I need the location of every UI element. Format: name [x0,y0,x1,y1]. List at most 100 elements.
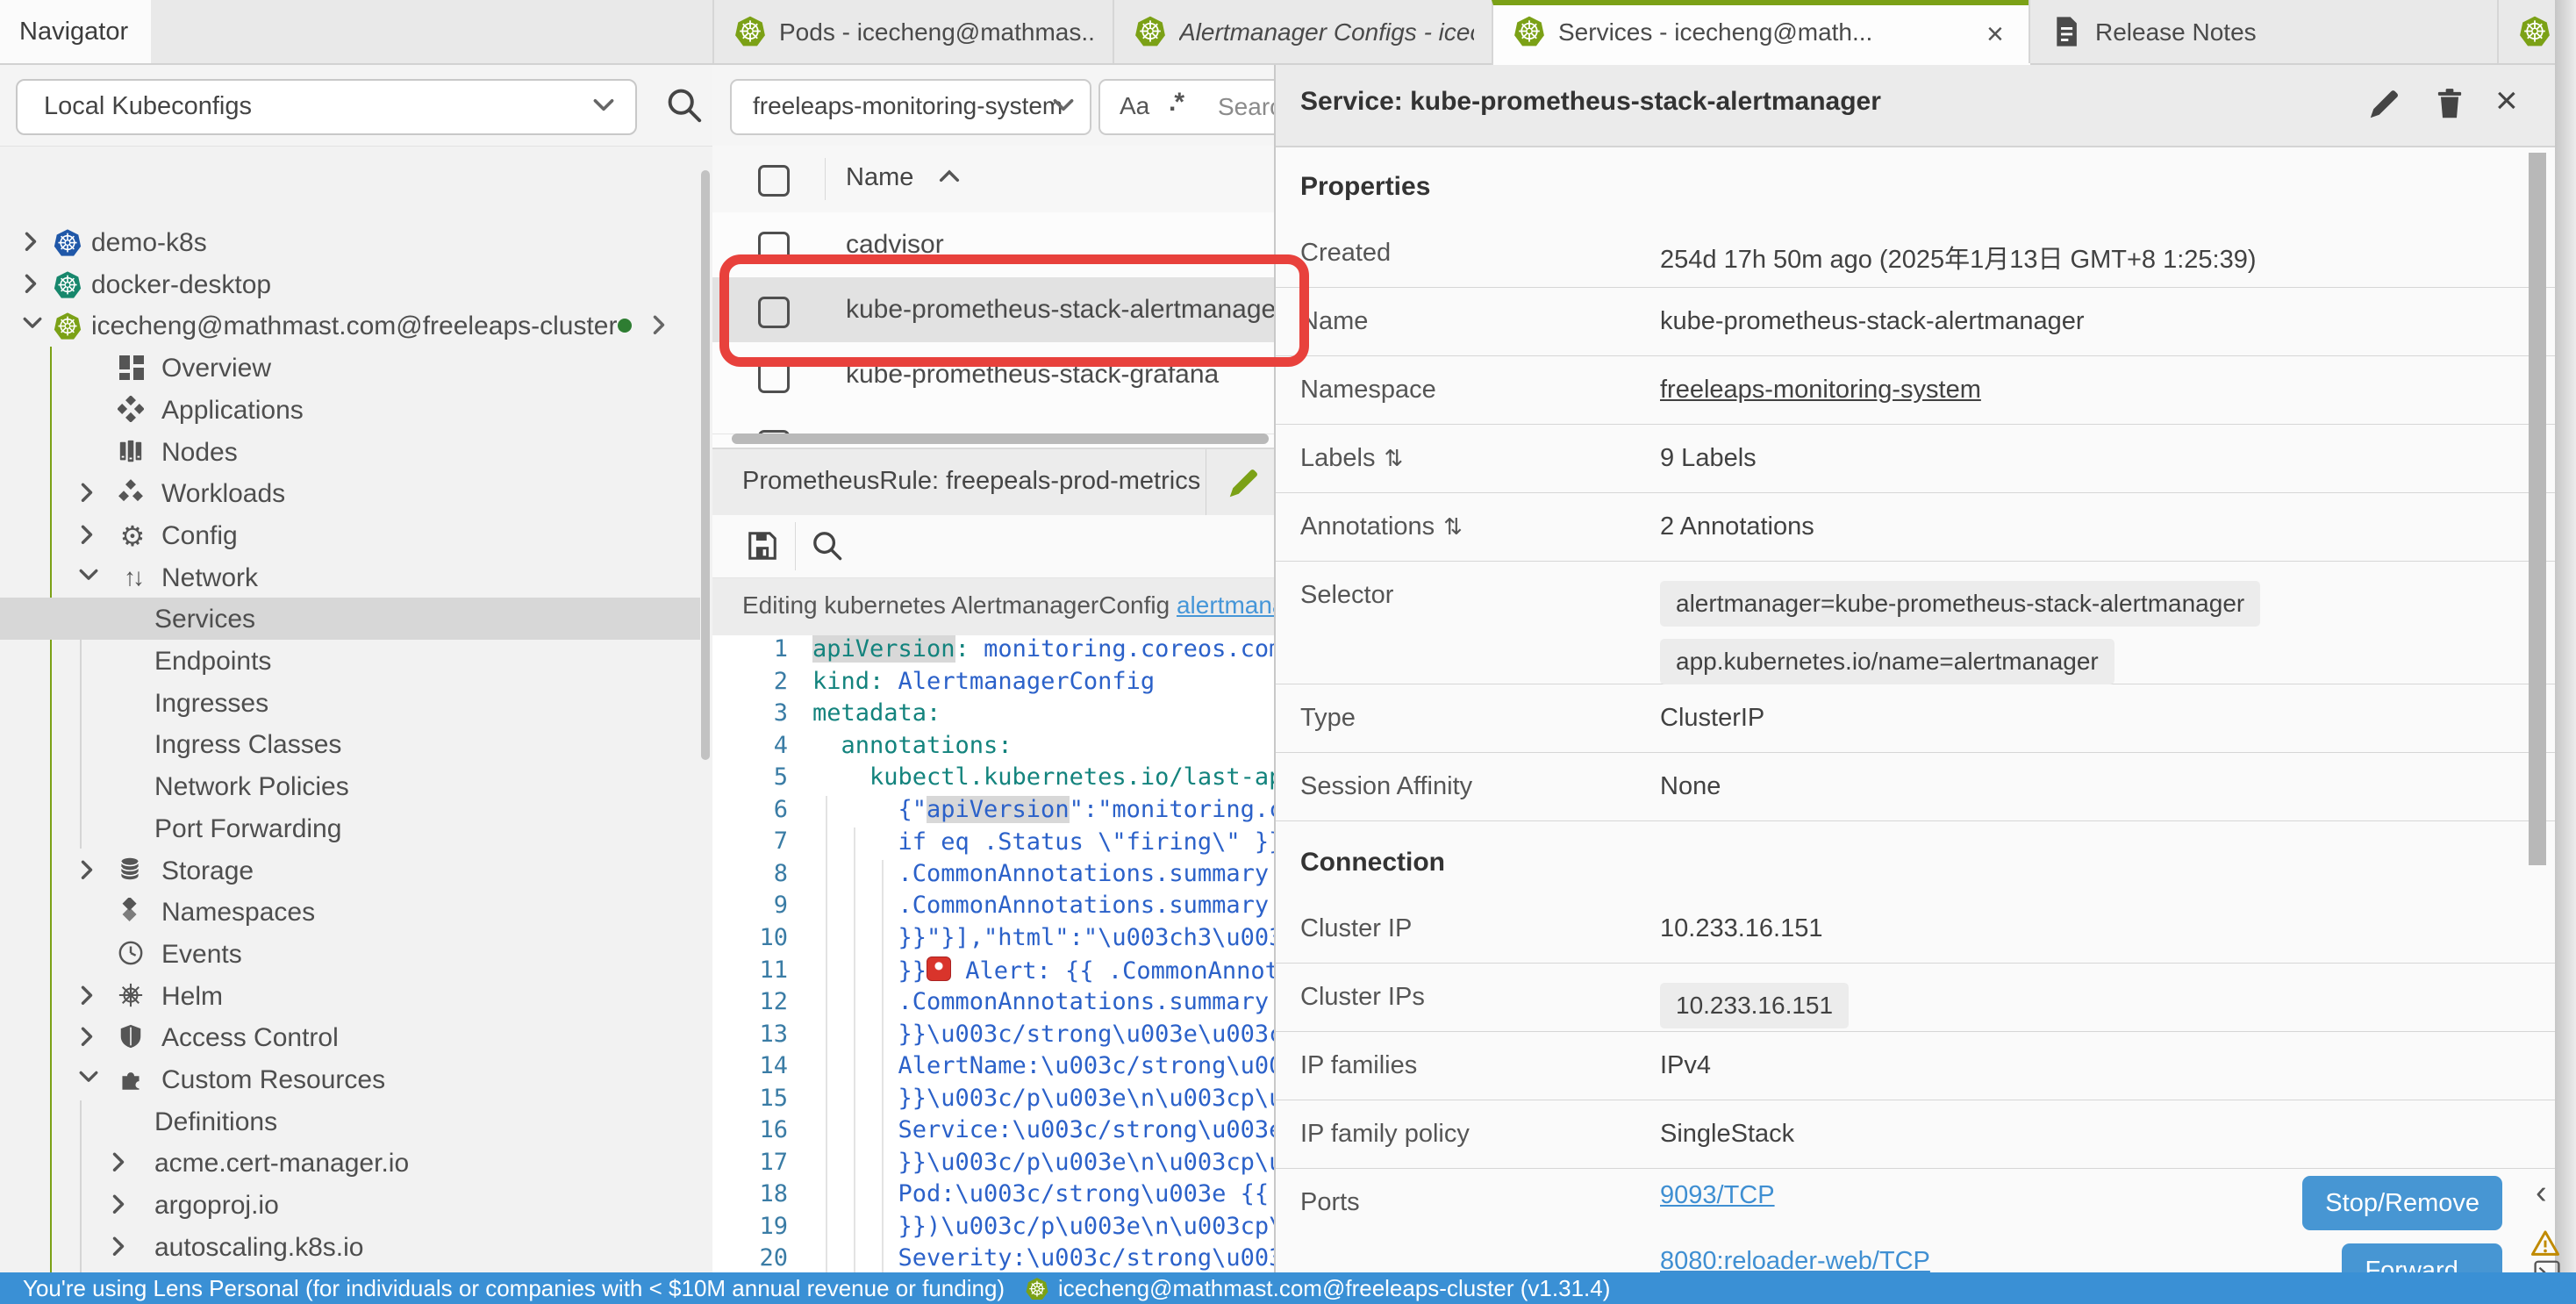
code-token: AlertmanagerConfig [898,668,1156,695]
chevron-right-icon[interactable] [111,1152,126,1172]
tab-4[interactable]: Release Notes [2029,0,2494,63]
sidebar-item-network[interactable]: ↑↓Network [0,556,700,598]
editor-info-bar: Editing kubernetes AlertmanagerConfig al… [712,578,1274,636]
sidebar-item-access-control[interactable]: Access Control [0,1016,700,1058]
code-line: 6{"apiVersion":"monitoring.core [712,796,1274,828]
code-text: Severity:\u003c/strong\u003e [898,1244,1275,1272]
sidebar-item-label: Endpoints [154,647,271,677]
collapse-chevron-icon[interactable]: ‹ [2536,1174,2547,1212]
sort-updown-icon[interactable]: ⇅ [1384,445,1403,471]
sidebar-item-icecheng-mathmast-com-freeleaps-cluster[interactable]: icecheng@mathmast.com@freeleaps-cluster [0,305,700,347]
ns-icon [118,898,147,928]
line-number: 5 [726,763,788,791]
edit-pencil-icon[interactable] [2367,86,2404,123]
sidebar-item-applications[interactable]: Applications [0,389,700,431]
sidebar-item-workloads[interactable]: Workloads [0,472,700,514]
sidebar-item-ingress-classes[interactable]: Ingress Classes [0,723,700,765]
sidebar-item-autoscaling-k8s-io[interactable]: autoscaling.k8s.io [0,1226,700,1268]
code-token: Service:\u003c/strong\u003e { [898,1116,1275,1143]
tab-3[interactable]: Services - icecheng@math...× [1492,0,2030,72]
port-stop-remove-button[interactable]: Stop/Remove [2302,1176,2502,1230]
editor-pane-title: PrometheusRule: freepeals-prod-metrics [742,467,1200,496]
detail-label: Name [1300,307,1368,336]
chevron-down-icon[interactable] [79,1069,98,1085]
sidebar-item-definitions[interactable]: Definitions [0,1100,700,1143]
chevron-right-icon[interactable] [79,525,95,545]
chevron-right-icon[interactable] [79,985,95,1006]
sidebar-item-network-policies[interactable]: Network Policies [0,765,700,807]
editing-resource-link[interactable]: alertmanager [1177,591,1274,619]
sidebar-item-helm[interactable]: Helm [0,975,700,1017]
line-number: 10 [726,924,788,951]
search-input[interactable]: Aa .* Search [1098,79,1274,135]
sidebar-item-label: Network Policies [154,772,349,802]
sidebar-item-docker-desktop[interactable]: docker-desktop [0,263,700,305]
tab-2[interactable]: Alertmanager Configs - icec... [1113,0,1493,63]
namespace-select[interactable]: freeleaps-monitoring-system [730,79,1091,135]
code-text: Pod:\u003c/strong\u003e {{ .Co [898,1180,1275,1207]
detail-value: 2 Annotations [1660,512,1814,541]
sidebar-item-storage[interactable]: Storage [0,849,700,892]
save-icon[interactable] [746,529,779,562]
chevron-down-icon[interactable] [79,567,98,583]
sidebar-item-label: demo-k8s [91,228,207,258]
chevron-right-icon[interactable] [111,1236,126,1257]
edit-pencil-icon[interactable] [1227,465,1262,500]
port-link[interactable]: 9093/TCP [1660,1181,1775,1210]
chevron-down-icon[interactable] [23,315,42,331]
code-token: AlertName:\u003c/strong\u003e [898,1052,1275,1079]
sidebar-item-ingresses[interactable]: Ingresses [0,682,700,724]
sidebar-item-custom-resources[interactable]: Custom Resources [0,1058,700,1100]
chevron-right-icon[interactable] [79,860,95,880]
sidebar-item-demo-k8s[interactable]: demo-k8s [0,221,700,263]
service-row-4[interactable]: kube-prometheus-stack-… [712,407,1274,434]
port-link[interactable]: 8080:reloader-web/TCP [1660,1247,1930,1272]
detail-row-labels: Labels⇅9 Labels [1276,425,2557,493]
sidebar-item-overview[interactable]: Overview [0,347,700,389]
close-icon[interactable]: × [1986,18,2004,52]
kubeconfig-select[interactable]: Local Kubeconfigs [16,79,637,135]
search-icon[interactable] [665,86,704,125]
editor-search-icon[interactable] [811,529,842,561]
sidebar-item-argoproj-io[interactable]: argoproj.io [0,1184,700,1226]
line-number: 13 [726,1021,788,1048]
chevron-right-icon[interactable] [23,274,39,294]
regex-toggle[interactable]: .* [1169,88,1183,118]
sidebar-item-endpoints[interactable]: Endpoints [0,640,700,682]
panel-scrollbar-thumb[interactable] [2529,153,2546,865]
sidebar-item-port-forwarding[interactable]: Port Forwarding [0,807,700,849]
tab-1[interactable]: Pods - icecheng@mathmas... [712,0,1114,63]
kubernetes-icon [53,270,82,300]
chevron-right-icon[interactable] [651,315,667,335]
horizontal-scrollbar-thumb[interactable] [732,433,1269,444]
annotation-highlight [719,254,1309,367]
sort-asc-icon[interactable] [939,168,960,183]
sidebar-scrollbar-thumb[interactable] [701,170,710,760]
sidebar-item-config[interactable]: ⚙Config [0,514,700,556]
sidebar-item-acme-cert-manager-io[interactable]: acme.cert-manager.io [0,1142,700,1184]
section-heading-label: Properties [1300,172,1430,202]
sidebar-item-namespaces[interactable]: Namespaces [0,891,700,933]
code-line: 17}}\u003c/p\u003e\n\u003cp\u003 [712,1149,1274,1181]
sort-updown-icon[interactable]: ⇅ [1443,513,1463,540]
code-text: }}\u003c/strong\u003e\u003c/h3 [898,1021,1275,1048]
sidebar-item-services[interactable]: Services [0,598,700,640]
select-all-checkbox[interactable] [758,165,790,197]
close-icon[interactable]: × [2495,79,2532,116]
sidebar-item-events[interactable]: Events [0,933,700,975]
warning-icon[interactable] [2530,1229,2560,1257]
port-forward-button[interactable]: Forward... [2342,1243,2502,1272]
chevron-right-icon[interactable] [23,232,39,252]
yaml-editor[interactable]: 1apiVersion: monitoring.coreos.com/v12ki… [712,635,1274,1272]
chevron-right-icon[interactable] [111,1194,126,1214]
navigator-header: Navigator [0,0,151,63]
chevron-right-icon[interactable] [79,483,95,503]
column-name[interactable]: Name [846,163,913,192]
chevron-right-icon[interactable] [79,1027,95,1047]
sidebar-item-nodes[interactable]: Nodes [0,431,700,473]
match-case-toggle[interactable]: Aa [1120,92,1149,120]
detail-label: Type [1300,704,1356,733]
delete-trash-icon[interactable] [2432,86,2469,123]
namespace-link[interactable]: freeleaps-monitoring-system [1660,376,1981,405]
code-text: }}"}],"html":"\u003ch3\u003e\u [898,924,1275,951]
